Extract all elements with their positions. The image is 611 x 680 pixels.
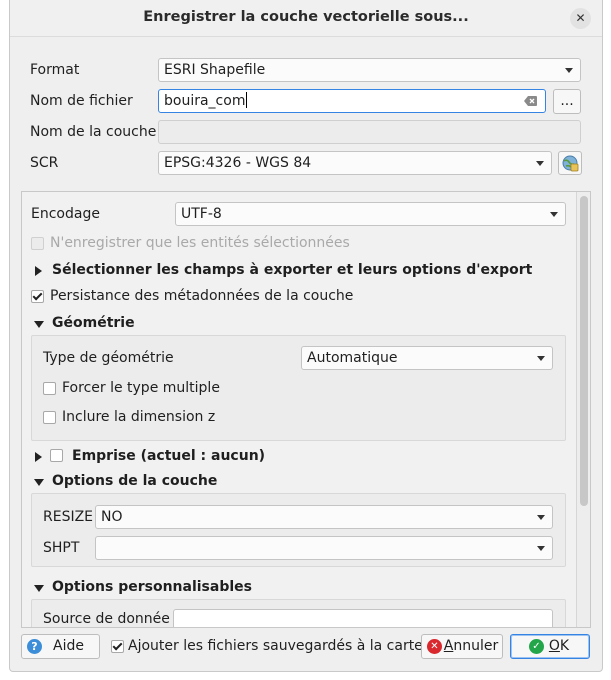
custom-options-section-toggle[interactable]: Options personnalisables: [52, 579, 252, 595]
data-source-label: Source de donnée: [43, 611, 170, 627]
custom-options-group: Source de donnée: [31, 599, 566, 627]
cancel-icon: ✕: [427, 639, 442, 654]
add-to-map-label: Ajouter les fichiers sauvegardés à la ca…: [128, 638, 423, 654]
checkmark-icon: [32, 290, 43, 301]
geometry-group: Type de géométrie Automatique Forcer le …: [31, 335, 566, 441]
encoding-label: Encodage: [31, 206, 100, 222]
filename-input[interactable]: bouira_com: [158, 89, 546, 113]
crs-select[interactable]: EPSG:4326 - WGS 84: [158, 151, 552, 175]
metadata-checkbox[interactable]: [31, 290, 44, 303]
chevron-down-icon: [537, 356, 545, 361]
expand-arrow-icon[interactable]: [35, 266, 42, 276]
ok-button-label: OK: [549, 638, 569, 654]
resize-label: RESIZE: [43, 509, 94, 525]
format-value: ESRI Shapefile: [164, 62, 266, 78]
cancel-button-label: Annuler: [444, 638, 498, 654]
vertical-scrollbar[interactable]: [576, 192, 590, 627]
layer-name-input[interactable]: [158, 120, 581, 144]
ok-button[interactable]: ✓ OK: [510, 634, 590, 659]
ok-icon: ✓: [529, 639, 544, 654]
fields-section-toggle[interactable]: Sélectionner les champs à exporter et le…: [52, 262, 532, 278]
geometry-type-label: Type de géométrie: [43, 350, 174, 366]
help-button-label: Aide: [53, 638, 84, 654]
format-label: Format: [30, 62, 80, 78]
help-button[interactable]: ? Aide: [21, 634, 100, 659]
extent-checkbox[interactable]: [50, 449, 63, 462]
chevron-down-icon: [537, 515, 545, 520]
expand-arrow-icon[interactable]: [35, 452, 42, 462]
clear-text-icon[interactable]: [524, 96, 537, 106]
cancel-label-rest: nnuler: [453, 638, 499, 654]
filename-value: bouira_com: [164, 93, 246, 109]
add-to-map-checkbox[interactable]: [111, 640, 124, 653]
cancel-mnemonic: A: [443, 638, 454, 654]
browse-file-button[interactable]: ...: [553, 89, 581, 114]
encoding-select[interactable]: UTF-8: [175, 202, 566, 226]
options-scroll-area[interactable]: Encodage UTF-8 N'enregistrer que les ent…: [21, 191, 591, 628]
collapse-arrow-icon[interactable]: [34, 585, 44, 592]
encoding-value: UTF-8: [181, 206, 222, 222]
text-caret: [246, 92, 248, 108]
crs-value: EPSG:4326 - WGS 84: [164, 155, 312, 171]
dialog-title: Enregistrer la couche vectorielle sous..…: [143, 9, 469, 25]
close-button[interactable]: ✕: [570, 8, 591, 29]
shpt-label: SHPT: [43, 540, 80, 556]
geometry-type-select[interactable]: Automatique: [301, 346, 553, 370]
force-multi-checkbox[interactable]: [43, 382, 56, 395]
cancel-button[interactable]: ✕ Annuler: [421, 634, 503, 659]
globe-icon: [562, 155, 579, 172]
data-source-input[interactable]: [173, 609, 553, 627]
include-z-label: Inclure la dimension z: [62, 409, 216, 425]
ok-label-rest: K: [559, 638, 570, 654]
force-multi-label: Forcer le type multiple: [62, 380, 220, 396]
close-icon: ✕: [575, 11, 586, 25]
chevron-down-icon: [550, 212, 558, 217]
chevron-down-icon: [537, 546, 545, 551]
crs-selector-button[interactable]: [558, 151, 582, 175]
collapse-arrow-icon[interactable]: [34, 321, 44, 328]
geometry-section-toggle[interactable]: Géométrie: [52, 315, 135, 331]
resize-select[interactable]: NO: [95, 505, 553, 529]
shpt-select[interactable]: [95, 536, 553, 560]
layer-options-group: RESIZE NO SHPT: [31, 493, 566, 567]
collapse-arrow-icon[interactable]: [34, 479, 44, 486]
save-vector-layer-dialog: Enregistrer la couche vectorielle sous..…: [9, 0, 603, 672]
metadata-label: Persistance des métadonnées de la couche: [50, 288, 354, 304]
scrollbar-thumb[interactable]: [580, 196, 588, 506]
selected-only-checkbox[interactable]: [31, 237, 44, 250]
filename-label: Nom de fichier: [30, 93, 133, 109]
chevron-down-icon: [565, 68, 573, 73]
resize-value: NO: [101, 509, 123, 525]
checkmark-icon: [112, 640, 123, 651]
include-z-checkbox[interactable]: [43, 411, 56, 424]
extent-section-toggle[interactable]: Emprise (actuel : aucun): [72, 448, 265, 464]
geometry-type-value: Automatique: [307, 350, 398, 366]
title-bar: Enregistrer la couche vectorielle sous..…: [10, 0, 602, 37]
ok-mnemonic: O: [548, 638, 560, 654]
selected-only-label: N'enregistrer que les entités sélectionn…: [50, 235, 350, 251]
chevron-down-icon: [536, 161, 544, 166]
layer-name-label: Nom de la couche: [30, 124, 157, 140]
help-icon: ?: [27, 639, 42, 654]
layer-options-section-toggle[interactable]: Options de la couche: [52, 473, 217, 489]
format-select[interactable]: ESRI Shapefile: [158, 58, 581, 82]
crs-label: SCR: [30, 155, 59, 171]
